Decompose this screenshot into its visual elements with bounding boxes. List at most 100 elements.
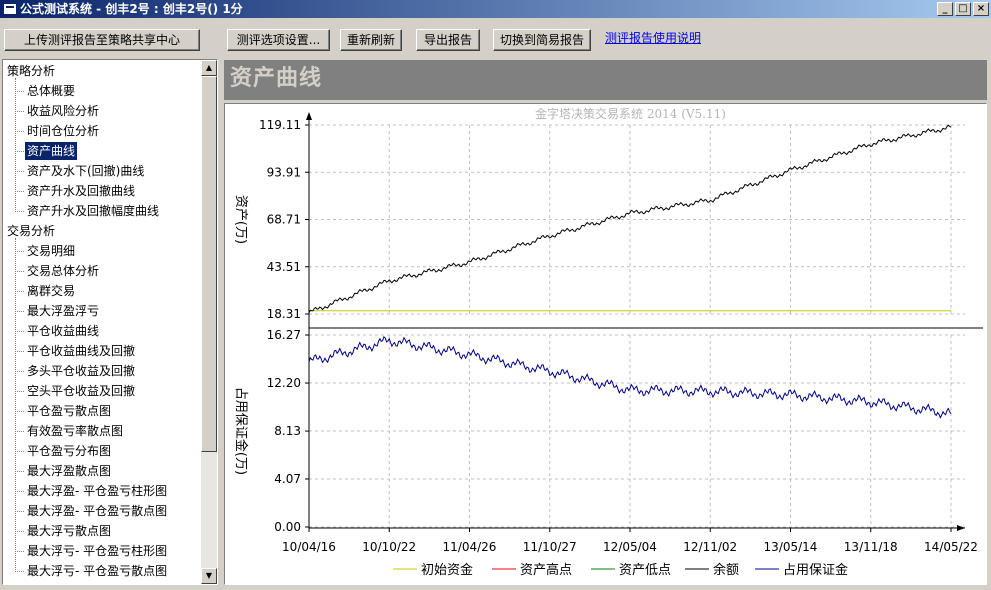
tree-item[interactable]: 离群交易 <box>25 282 77 300</box>
tree-connector <box>15 451 24 452</box>
tree-item[interactable]: 总体概要 <box>25 82 77 100</box>
x-tick-label: 13/05/14 <box>764 540 818 554</box>
tree-item[interactable]: 有效盈亏率散点图 <box>25 422 125 440</box>
close-button[interactable]: × <box>973 2 989 16</box>
scroll-down-icon[interactable]: ▼ <box>201 568 217 584</box>
y-tick-label: 8.13 <box>274 424 301 438</box>
y-tick-label: 12.20 <box>267 376 301 390</box>
report-help-link[interactable]: 测评报告使用说明 <box>605 29 701 46</box>
y-tick-label: 16.27 <box>267 328 301 342</box>
tree-connector <box>15 91 24 92</box>
y-tick-label: 68.71 <box>267 213 301 227</box>
title-bar: 公式测试系统 - 创丰2号 : 创丰2号() 1分 _ □ × <box>0 0 991 18</box>
tree-item[interactable]: 交易总体分析 <box>25 262 101 280</box>
y-axis-arrow-icon <box>306 112 312 120</box>
tree-connector <box>15 491 24 492</box>
y-tick-label: 93.91 <box>267 165 301 179</box>
x-tick-label: 13/11/18 <box>844 540 898 554</box>
legend-label: 资产高点 <box>520 562 572 578</box>
y-tick-label: 4.07 <box>274 472 301 486</box>
tree-connector <box>15 551 24 552</box>
tree-connector <box>15 471 24 472</box>
y-axis-label: 占用保证金(万) <box>233 387 249 475</box>
section-header: 资产曲线 <box>224 60 987 100</box>
tree-item[interactable]: 最大浮盈- 平仓盈亏散点图 <box>25 502 169 520</box>
y-axis-label: 资产(万) <box>233 195 248 244</box>
scroll-up-icon[interactable]: ▲ <box>201 60 217 76</box>
series-line-balance <box>308 124 952 313</box>
window-title: 公式测试系统 - 创丰2号 : 创丰2号() 1分 <box>20 2 243 16</box>
tree-connector <box>15 171 24 172</box>
export-report-button[interactable]: 导出报告 <box>416 29 480 51</box>
app-icon <box>3 3 17 15</box>
report-tree: 策略分析总体概要收益风险分析 时间仓位分析 资产曲线资产及水下(回撤)曲线 资产升水及… <box>2 59 218 585</box>
y-tick-label: 0.00 <box>274 520 301 534</box>
x-tick-label: 10/04/16 <box>282 540 336 554</box>
legend-label: 资产低点 <box>619 563 671 578</box>
test-options-button[interactable]: 测评选项设置... <box>227 29 330 51</box>
tree-connector <box>15 151 24 152</box>
tree-connector <box>15 511 24 512</box>
x-tick-label: 11/04/26 <box>443 540 497 554</box>
tree-group[interactable]: 交易分析 <box>5 222 57 240</box>
tree-connector <box>15 271 24 272</box>
tree-connector <box>15 331 24 332</box>
tree-item[interactable]: 资产及水下(回撤)曲线 <box>25 162 146 180</box>
maximize-button[interactable]: □ <box>955 2 971 16</box>
x-axis-arrow-icon <box>957 525 965 531</box>
tree-list: 策略分析总体概要收益风险分析 时间仓位分析 资产曲线资产及水下(回撤)曲线 资产升水及… <box>3 60 201 584</box>
tree-item[interactable]: 平仓盈亏分布图 <box>25 442 113 460</box>
chart-title: 金字塔决策交易系统 2014 (V5.11) <box>535 106 726 121</box>
tree-item[interactable]: 收益风险分析 <box>25 102 101 120</box>
tree-connector <box>15 238 16 572</box>
tree-connector <box>15 211 24 212</box>
refresh-button[interactable]: 重新刷新 <box>340 29 402 51</box>
tree-connector <box>15 371 24 372</box>
tree-item[interactable]: 平仓收益曲线 <box>25 322 101 340</box>
tree-connector <box>15 251 24 252</box>
tree-item[interactable]: 最大浮盈浮亏 <box>25 302 101 320</box>
tree-connector <box>15 191 24 192</box>
y-tick-label: 119.11 <box>259 118 301 132</box>
legend-label: 初始资金 <box>421 562 473 578</box>
legend-label: 占用保证金 <box>783 562 848 578</box>
tree-connector <box>15 131 24 132</box>
tree-item[interactable]: 资产升水及回撤幅度曲线 <box>25 202 161 220</box>
tree-connector <box>15 431 24 432</box>
x-tick-label: 11/10/27 <box>523 540 577 554</box>
tree-item[interactable]: 多头平仓收益及回撤 <box>25 362 137 380</box>
tree-connector <box>15 111 24 112</box>
upload-report-button[interactable]: 上传测评报告至策略共享中心 <box>4 29 200 51</box>
scroll-thumb[interactable] <box>201 76 217 452</box>
legend-label: 余额 <box>713 562 739 578</box>
minimize-button[interactable]: _ <box>937 2 953 16</box>
tree-item[interactable]: 平仓盈亏散点图 <box>25 402 113 420</box>
tree-item[interactable]: 最大浮亏- 平仓盈亏散点图 <box>25 562 169 580</box>
x-tick-label: 12/05/04 <box>603 540 657 554</box>
y-tick-label: 18.31 <box>267 307 301 321</box>
tree-connector <box>15 391 24 392</box>
tree-connector <box>15 351 24 352</box>
tree-connector <box>15 571 24 572</box>
tree-item[interactable]: 最大浮盈- 平仓盈亏柱形图 <box>25 482 169 500</box>
x-tick-label: 14/05/22 <box>924 540 978 554</box>
tree-item[interactable]: 最大浮盈散点图 <box>25 462 113 480</box>
x-tick-label: 10/10/22 <box>362 540 416 554</box>
tree-connector <box>15 531 24 532</box>
tree-item[interactable]: 时间仓位分析 <box>25 122 101 140</box>
tree-item[interactable]: 资产升水及回撤曲线 <box>25 182 137 200</box>
tree-item[interactable]: 平仓收益曲线及回撤 <box>25 342 137 360</box>
tree-connector <box>15 311 24 312</box>
tree-item[interactable]: 交易明细 <box>25 242 77 260</box>
section-title: 资产曲线 <box>230 66 323 91</box>
tree-scrollbar[interactable]: ▲ ▼ <box>201 60 217 584</box>
tree-item[interactable]: 最大浮亏散点图 <box>25 522 113 540</box>
y-tick-label: 43.51 <box>267 260 301 274</box>
tree-item[interactable]: 空头平仓收益及回撤 <box>25 382 137 400</box>
tree-connector <box>15 78 16 212</box>
x-tick-label: 12/11/02 <box>683 540 737 554</box>
tree-group[interactable]: 策略分析 <box>5 62 57 80</box>
tree-item[interactable]: 资产曲线 <box>25 142 78 160</box>
switch-simple-report-button[interactable]: 切换到简易报告 <box>493 29 591 51</box>
tree-item[interactable]: 最大浮亏- 平仓盈亏柱形图 <box>25 542 169 560</box>
